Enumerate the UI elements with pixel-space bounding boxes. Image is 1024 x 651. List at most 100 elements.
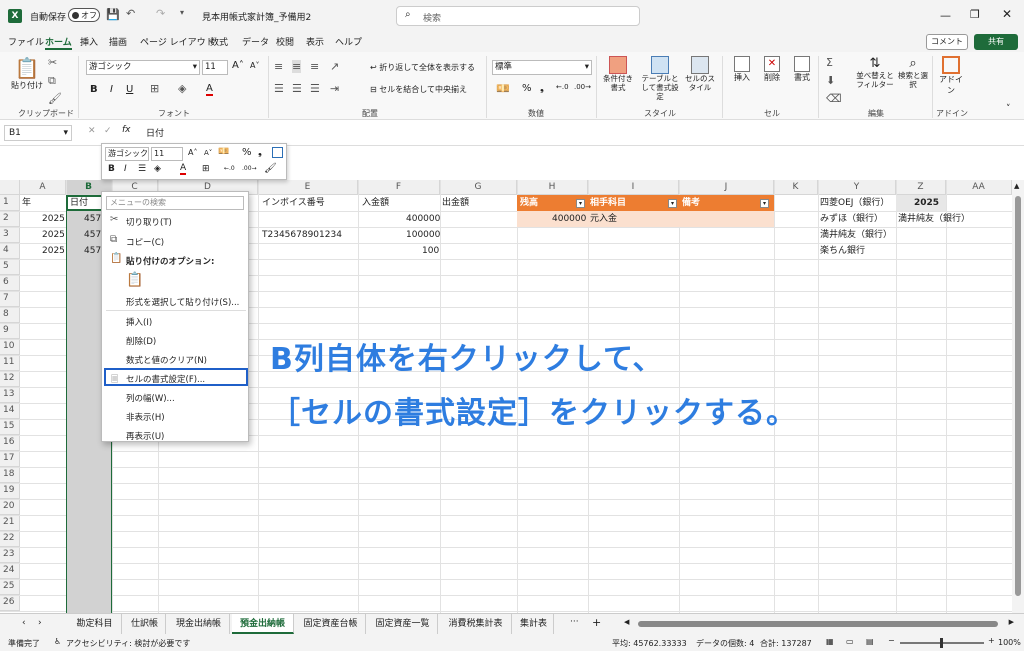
column-header[interactable]: E [258,180,358,195]
increase-decimal-icon[interactable]: ←.0 [224,165,235,172]
close-icon[interactable]: ✕ [1002,7,1012,21]
cut-icon[interactable]: ✂ [48,56,57,69]
cell-f3[interactable]: 100000 [406,228,440,243]
filter-dropdown-icon[interactable]: ▾ [668,199,677,208]
row-header[interactable]: 9 [0,323,20,339]
cell-y4[interactable]: 楽ちん銀行 [820,244,865,259]
number-format-icon[interactable]: 💴 [218,147,229,157]
sheet-tab[interactable]: 固定資産台帳 [296,614,366,634]
comment-button[interactable]: コメント [926,34,968,50]
fill-color-icon[interactable]: ◈ [178,82,186,95]
row-header[interactable]: 17 [0,451,20,467]
row-header[interactable]: 18 [0,467,20,483]
cell-b1[interactable]: 日付 [70,196,88,211]
name-box[interactable]: B1 ▾ [4,125,72,141]
italic-icon[interactable]: I [124,164,127,174]
cancel-icon[interactable]: ✕ [88,126,96,136]
row-header[interactable]: 16 [0,435,20,451]
format-painter-icon[interactable]: 🖌 [48,92,62,105]
row-header[interactable]: 3 [0,227,20,243]
status-accessibility[interactable]: アクセシビリティ: 検討が必要です [66,638,190,649]
percent-icon[interactable]: % [242,147,252,158]
format-cells-button[interactable]: 書式 [788,56,816,83]
cell-y2[interactable]: みずほ（銀行） [820,212,883,227]
border-icon[interactable]: ⊞ [202,164,210,174]
menu-item-delete[interactable]: 削除(D) [126,335,156,347]
align-bottom-icon[interactable]: ≡ [310,60,319,73]
menu-item-insert[interactable]: 挿入(I) [126,316,152,328]
tab-data[interactable]: データ [242,35,269,48]
sheet-tab[interactable]: 固定資産一覧 [368,614,438,634]
cell-e3[interactable]: T2345678901234 [262,228,342,243]
grow-font-icon[interactable]: A˄ [188,148,197,157]
filter-dropdown-icon[interactable]: ▾ [576,199,585,208]
search-box[interactable]: ⌕ 検索 [396,6,640,26]
formula-input[interactable]: 日付 [146,126,164,139]
h-scroll-thumb[interactable] [638,621,998,627]
cell-b4[interactable]: 457 [84,244,101,259]
cell-f1[interactable]: 入金額 [362,196,389,211]
scroll-up-icon[interactable]: ▲ [1014,182,1019,190]
cell-i1[interactable]: 相手科目 [590,196,626,211]
page-layout-icon[interactable]: ▭ [846,637,854,646]
scroll-thumb[interactable] [1015,196,1021,596]
align-center-icon[interactable]: ☰ [138,164,146,174]
copy-icon[interactable]: ⧉ [48,74,56,88]
bold-icon[interactable]: B [90,84,98,95]
row-header[interactable]: 23 [0,547,20,563]
cell-a4[interactable]: 2025 [42,244,65,259]
percent-icon[interactable]: % [522,83,532,94]
comma-icon[interactable]: ❟ [540,83,544,94]
format-painter-icon[interactable]: 🖌 [264,163,277,174]
normal-view-icon[interactable]: ▦ [826,637,834,646]
scroll-right-icon[interactable]: ▶ [1009,618,1014,626]
menu-item-unhide[interactable]: 再表示(U) [126,430,164,442]
shrink-font-icon[interactable]: A˅ [250,61,259,70]
insert-cells-button[interactable]: 挿入 [728,56,756,83]
cell-z1[interactable]: 2025 [914,196,939,211]
paste-button[interactable]: 📋 貼り付け [10,56,44,100]
tab-home[interactable]: ホーム [45,35,72,50]
zoom-in-icon[interactable]: + [988,636,995,645]
zoom-slider[interactable] [900,638,984,648]
file-name[interactable]: 見本用帳式家計簿_予備用2 [202,10,311,23]
decrease-decimal-icon[interactable]: .00→ [242,165,257,172]
clear-icon[interactable]: ⌫ [826,92,842,105]
addin-button[interactable]: アドイン [938,56,964,96]
cell-z2[interactable]: 満井純友（銀行） [898,212,970,227]
align-right-icon[interactable]: ☰ [310,82,320,95]
mini-font-select[interactable]: 游ゴシック [105,147,149,161]
conditional-format-button[interactable]: 条件付き書式 [600,56,636,92]
sheet-tab[interactable]: 集計表 [514,614,554,634]
font-color-icon[interactable]: A [180,163,187,175]
sheet-tab[interactable]: 消費税集計表 [440,614,512,634]
redo-icon[interactable]: ↷ [156,7,165,20]
menu-search-input[interactable]: メニューの検索 [106,196,244,210]
row-header[interactable]: 2 [0,211,20,227]
menu-item-hide[interactable]: 非表示(H) [126,411,165,423]
next-sheet-icon[interactable]: › [38,618,42,628]
italic-icon[interactable]: I [110,84,113,95]
row-header[interactable]: 21 [0,515,20,531]
cell-j1[interactable]: 備考 [682,196,700,211]
menu-item-clear[interactable]: 数式と値のクリア(N) [126,354,207,366]
undo-icon[interactable]: ↶ [126,7,135,20]
align-middle-icon[interactable]: ≡ [292,60,302,73]
tab-file[interactable]: ファイル [8,35,44,48]
fill-color-icon[interactable]: ◈ [154,164,161,174]
customize-qat-icon[interactable]: ▾ [180,8,184,17]
mini-size-select[interactable]: 11 [151,147,183,161]
enter-icon[interactable]: ✓ [104,126,112,136]
cell-a1[interactable]: 年 [22,196,31,211]
cell-g1[interactable]: 出金額 [442,196,469,211]
align-top-icon[interactable]: ≡ [274,60,283,73]
bold-icon[interactable]: B [108,164,115,174]
sort-filter-button[interactable]: ⇅ 並べ替えとフィルター [854,56,896,89]
more-sheets-icon[interactable]: ··· [570,617,579,627]
shrink-font-icon[interactable]: A˅ [204,149,212,157]
row-header[interactable]: 11 [0,355,20,371]
row-header[interactable]: 20 [0,499,20,515]
menu-item-format-cells[interactable]: セルの書式設定(F)... [126,373,205,385]
tab-formulas[interactable]: 数式 [210,35,228,48]
cell-i2[interactable]: 元入金 [590,212,617,227]
